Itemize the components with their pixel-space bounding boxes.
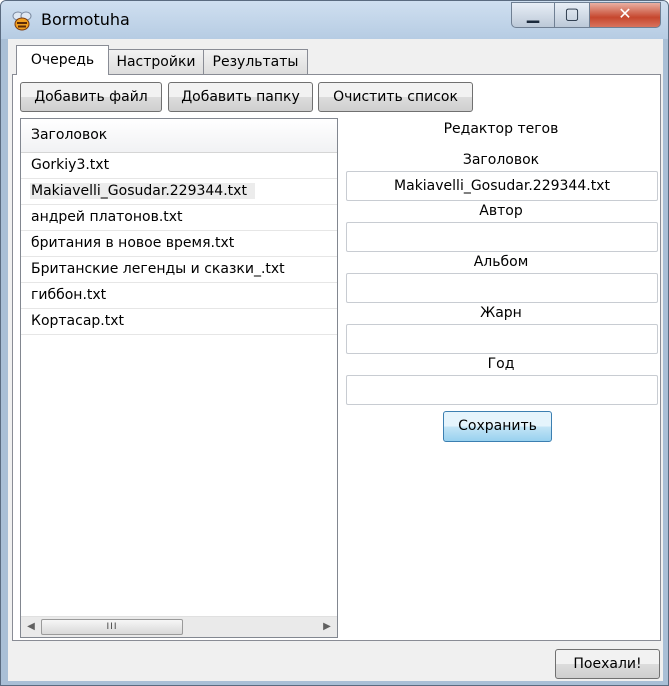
list-item[interactable]: Кортасар.txt: [21, 309, 337, 335]
list-item-label: Gorkiy3.txt: [31, 157, 110, 173]
title-field[interactable]: [346, 171, 658, 201]
year-field[interactable]: [346, 375, 658, 405]
window-title: Bormotuha: [41, 10, 130, 29]
author-field-label: Автор: [479, 203, 523, 219]
add-folder-button[interactable]: Добавить папку: [168, 82, 313, 112]
author-field[interactable]: [346, 222, 658, 252]
list-item-label: Кортасар.txt: [31, 313, 125, 329]
list-item-label: Британские легенды и сказки_.txt: [31, 261, 285, 277]
maximize-button[interactable]: ▢: [554, 2, 590, 28]
list-column-header[interactable]: Заголовок: [21, 119, 337, 153]
list-item-label: гиббон.txt: [31, 287, 107, 303]
save-button[interactable]: Сохранить: [443, 411, 552, 442]
tag-editor-heading: Редактор тегов: [443, 121, 559, 137]
file-rows: Gorkiy3.txt Makiavelli_Gosudar.229344.tx…: [21, 153, 337, 335]
list-item[interactable]: Gorkiy3.txt: [21, 153, 337, 179]
list-item-label: андрей платонов.txt: [31, 209, 183, 225]
genre-field[interactable]: [346, 324, 658, 354]
scroll-right-icon[interactable]: ▶: [320, 619, 334, 635]
file-list[interactable]: Заголовок Gorkiy3.txt Makiavelli_Gosudar…: [20, 118, 338, 638]
scroll-thumb[interactable]: III: [41, 619, 183, 635]
horizontal-scrollbar[interactable]: ◀ III ▶: [21, 616, 337, 637]
list-item-label: британия в новое время.txt: [31, 235, 235, 251]
year-field-label: Год: [487, 356, 515, 372]
list-item[interactable]: гиббон.txt: [21, 283, 337, 309]
add-file-button[interactable]: Добавить файл: [20, 82, 162, 112]
minimize-button[interactable]: ▁: [511, 2, 555, 28]
tab-results[interactable]: Результаты: [203, 49, 308, 75]
clear-list-button[interactable]: Очистить список: [318, 82, 473, 112]
tab-settings[interactable]: Настройки: [108, 49, 204, 75]
queue-panel: Добавить файл Добавить папку Очистить сп…: [12, 74, 661, 641]
go-button[interactable]: Поехали!: [555, 649, 660, 679]
list-item[interactable]: британия в новое время.txt: [21, 231, 337, 257]
scroll-left-icon[interactable]: ◀: [24, 619, 38, 635]
list-item-label: Makiavelli_Gosudar.229344.txt: [30, 183, 255, 199]
album-field[interactable]: [346, 273, 658, 303]
app-window: Bormotuha ▁ ▢ ✕ Очередь Настройки Резуль…: [0, 0, 669, 686]
bee-icon: [12, 11, 32, 31]
client-area: Очередь Настройки Результаты Добавить фа…: [8, 39, 663, 681]
list-item-selected[interactable]: Makiavelli_Gosudar.229344.txt: [21, 179, 337, 205]
title-bar[interactable]: Bormotuha ▁ ▢ ✕: [1, 1, 668, 39]
tab-queue[interactable]: Очередь: [16, 45, 109, 75]
album-field-label: Альбом: [473, 254, 529, 270]
list-item[interactable]: Британские легенды и сказки_.txt: [21, 257, 337, 283]
column-header-label: Заголовок: [31, 127, 108, 143]
list-item[interactable]: андрей платонов.txt: [21, 205, 337, 231]
close-button[interactable]: ✕: [589, 2, 661, 28]
genre-field-label: Жарн: [480, 305, 522, 321]
title-field-label: Заголовок: [462, 152, 540, 168]
